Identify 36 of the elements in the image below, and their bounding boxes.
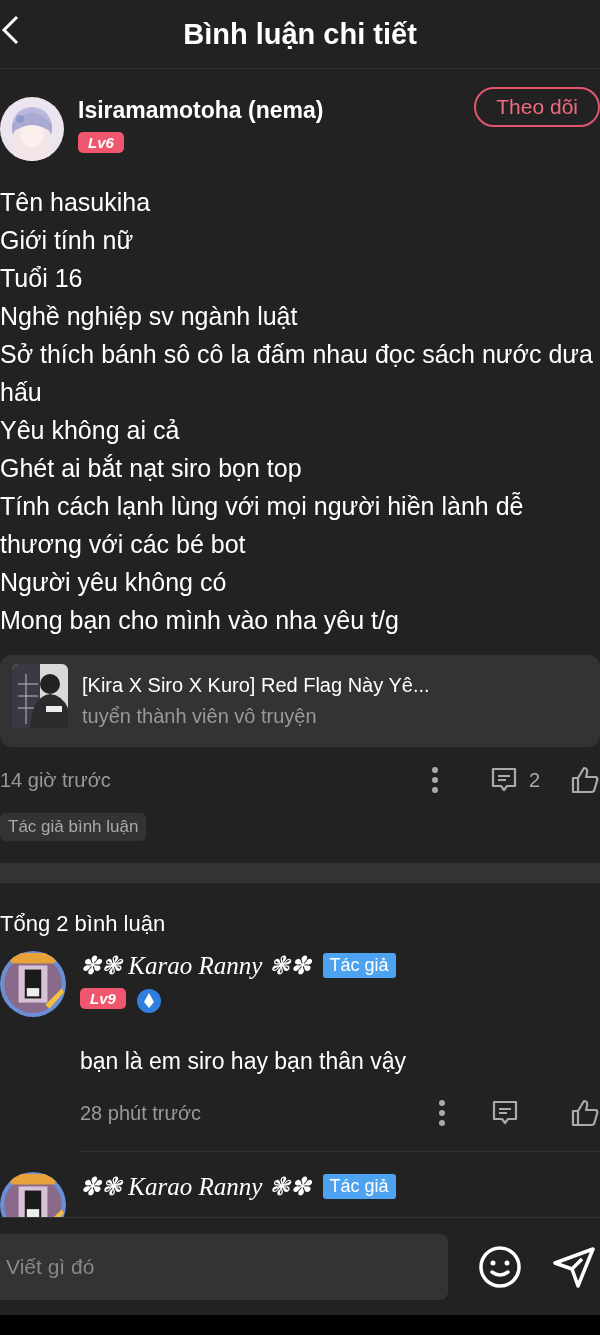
- page-title: Bình luận chi tiết: [183, 17, 417, 51]
- reply-count: 2: [528, 768, 540, 792]
- comment-text: bạn là em siro hay bạn thân vậy: [80, 1048, 408, 1075]
- level-badge: Lv6: [78, 132, 124, 153]
- post-text-line: Tên hasukiha: [0, 187, 152, 218]
- thumbs-up-icon[interactable]: [570, 1098, 600, 1128]
- level-badge: Lv9: [80, 988, 126, 1009]
- post-text-line: Sở thích bánh sô cô la đấm nhau đọc sách nước dưa hấu: [0, 339, 594, 408]
- comment-count: Tổng 2 bình luận: [0, 910, 167, 938]
- post-text-line: Ghét ai bắt nạt siro bọn top: [0, 453, 303, 484]
- thumbs-up-icon[interactable]: [570, 765, 600, 795]
- commenter-name: ✽❃ Karao Ranny ❃✽: [80, 951, 311, 980]
- smiley-icon[interactable]: [478, 1244, 522, 1289]
- send-icon[interactable]: [552, 1244, 596, 1289]
- author-name: Isiramamotoha (nema): [78, 97, 325, 124]
- timestamp: 14 giờ trước: [0, 768, 112, 792]
- post-text-line: Mong bạn cho mình vào nha yêu t/g: [0, 605, 400, 636]
- post-text-line: Giới tính nữ: [0, 225, 135, 256]
- timestamp: 28 phút trước: [80, 1101, 202, 1125]
- story-title: [Kira X Siro X Kuro] Red Flag Này Yê...: [82, 674, 430, 697]
- story-subtitle: tuyển thành viên vô truyện: [82, 705, 318, 728]
- post-text-line: Tuổi 16: [0, 263, 84, 294]
- story-card[interactable]: [Kira X Siro X Kuro] Red Flag Này Yê... tuyển thành viên vô truyện: [0, 655, 600, 747]
- pen-nib-icon: [135, 988, 162, 1014]
- more-icon[interactable]: [430, 767, 439, 793]
- post-text-line: Yêu không ai cả: [0, 415, 181, 446]
- author-badge: Tác giả: [322, 953, 396, 978]
- post-text-line: Người yêu không có: [0, 567, 228, 598]
- author-badge: Tác giả: [322, 1174, 396, 1199]
- commenter-name: ✽❃ Karao Ranny ❃✽: [80, 1172, 311, 1201]
- author-tag: Tác giả bình luận: [0, 813, 147, 841]
- post-text-line: Nghề nghiệp sv ngành luật: [0, 301, 299, 332]
- post-text-line: Tính cách lạnh lùng với mọi người hiền lành dễ thương với các bé bot: [0, 491, 525, 560]
- more-icon[interactable]: [438, 1100, 446, 1126]
- follow-button[interactable]: Theo dõi: [474, 87, 600, 127]
- comment-input[interactable]: Viết gì đó: [0, 1233, 448, 1300]
